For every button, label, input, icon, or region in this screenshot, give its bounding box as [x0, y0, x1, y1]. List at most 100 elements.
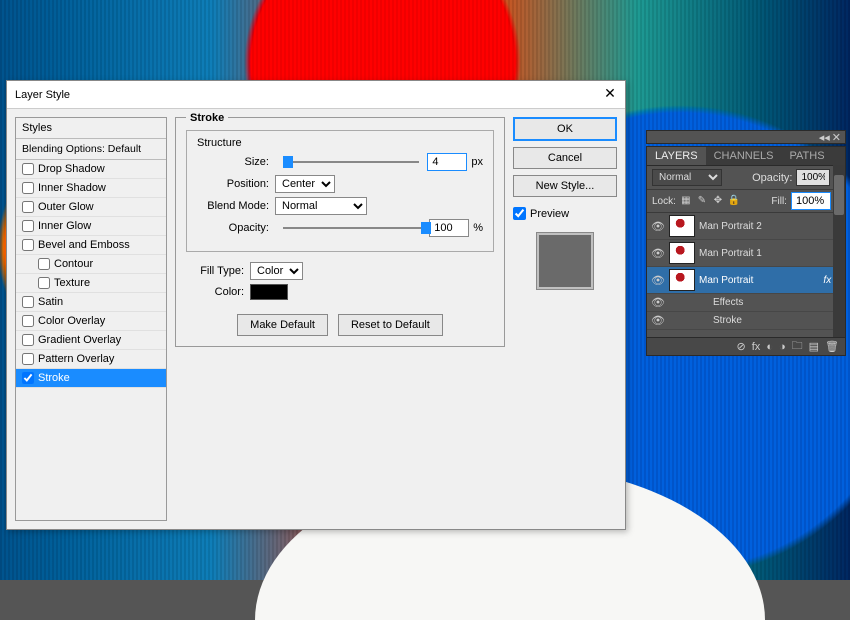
opacity-label: Opacity: [197, 222, 269, 234]
tab-channels[interactable]: CHANNELS [706, 147, 782, 165]
blending-options-row[interactable]: Blending Options: Default [16, 139, 166, 160]
tab-layers[interactable]: LAYERS [647, 147, 706, 165]
panel-tabs: LAYERS CHANNELS PATHS [647, 147, 845, 166]
visibility-icon[interactable]: 👁 [651, 220, 665, 233]
opacity-input[interactable] [429, 219, 469, 237]
style-checkbox[interactable] [22, 182, 34, 194]
panel-collapse-icon[interactable]: ◂◂ [819, 131, 830, 144]
panel-close-icon[interactable]: ✕ [832, 131, 841, 144]
size-slider[interactable] [283, 161, 419, 163]
position-select[interactable]: Center [275, 175, 335, 193]
visibility-icon[interactable]: 👁 [651, 296, 665, 309]
lock-label: Lock: [652, 196, 676, 207]
style-checkbox[interactable] [22, 334, 34, 346]
layer-thumbnail[interactable] [669, 215, 695, 237]
fill-input[interactable] [791, 192, 831, 210]
style-checkbox[interactable] [38, 277, 50, 289]
panel-top-strip: ◂◂ ✕ [646, 130, 846, 144]
style-checkbox[interactable] [22, 220, 34, 232]
style-label: Inner Shadow [38, 182, 106, 194]
style-label: Satin [38, 296, 63, 308]
style-item-pattern-overlay[interactable]: Pattern Overlay [16, 350, 166, 369]
layers-panel-bottom: ⊘ fx ◐ ◑ 🗀 ▤ 🗑 [647, 337, 845, 355]
blendmode-select[interactable]: Normal [275, 197, 367, 215]
layers-scrollbar[interactable] [833, 165, 845, 337]
close-icon[interactable]: ✕ [601, 85, 619, 103]
style-checkbox[interactable] [22, 163, 34, 175]
layer-style-dialog: Layer Style ✕ Styles Blending Options: D… [6, 80, 626, 530]
style-item-outer-glow[interactable]: Outer Glow [16, 198, 166, 217]
group-icon[interactable]: 🗀 [792, 337, 803, 356]
style-checkbox[interactable] [38, 258, 50, 270]
style-checkbox[interactable] [22, 372, 34, 384]
opacity-unit: % [473, 222, 483, 234]
layer-thumbnail[interactable] [669, 242, 695, 264]
link-layers-icon[interactable]: ⊘ [737, 340, 746, 353]
style-item-texture[interactable]: Texture [16, 274, 166, 293]
style-item-bevel-and-emboss[interactable]: Bevel and Emboss [16, 236, 166, 255]
layer-opacity-input[interactable] [796, 169, 830, 186]
adjustment-icon[interactable]: ◑ [779, 341, 786, 353]
tab-paths[interactable]: PATHS [782, 147, 833, 165]
style-label: Drop Shadow [38, 163, 105, 175]
layer-thumbnail[interactable] [669, 269, 695, 291]
color-label: Color: [186, 286, 244, 298]
cancel-button[interactable]: Cancel [513, 147, 617, 169]
new-style-button[interactable]: New Style... [513, 175, 617, 197]
effect-stroke-row[interactable]: Stroke [669, 315, 742, 326]
style-checkbox[interactable] [22, 201, 34, 213]
reset-default-button[interactable]: Reset to Default [338, 314, 443, 336]
style-label: Pattern Overlay [38, 353, 114, 365]
style-item-inner-shadow[interactable]: Inner Shadow [16, 179, 166, 198]
visibility-icon[interactable]: 👁 [651, 274, 665, 287]
style-checkbox[interactable] [22, 315, 34, 327]
opacity-slider[interactable] [283, 227, 421, 229]
style-checkbox[interactable] [22, 296, 34, 308]
style-item-satin[interactable]: Satin [16, 293, 166, 312]
style-label: Bevel and Emboss [38, 239, 130, 251]
style-item-stroke[interactable]: Stroke [16, 369, 166, 388]
stroke-settings: Stroke Structure Size: px Position: Cent… [175, 117, 505, 521]
dialog-title: Layer Style [15, 89, 70, 101]
styles-header[interactable]: Styles [16, 118, 166, 139]
effects-row[interactable]: Effects [669, 297, 743, 308]
style-item-gradient-overlay[interactable]: Gradient Overlay [16, 331, 166, 350]
size-input[interactable] [427, 153, 467, 171]
layers-panel: LAYERS CHANNELS PATHS Normal Opacity: ▸ … [646, 146, 846, 356]
layer-blendmode-select[interactable]: Normal [652, 169, 722, 186]
style-label: Stroke [38, 372, 70, 384]
ok-button[interactable]: OK [513, 117, 617, 141]
trash-icon[interactable]: 🗑 [825, 340, 839, 353]
mask-icon[interactable]: ◐ [766, 341, 773, 353]
lock-all-icon[interactable]: 🔒 [728, 195, 740, 207]
fx-icon[interactable]: fx [752, 341, 761, 353]
dialog-titlebar[interactable]: Layer Style ✕ [7, 81, 625, 109]
style-item-contour[interactable]: Contour [16, 255, 166, 274]
lock-pixels-icon[interactable]: ✎ [696, 195, 708, 207]
filltype-label: Fill Type: [186, 265, 244, 277]
style-checkbox[interactable] [22, 239, 34, 251]
style-item-color-overlay[interactable]: Color Overlay [16, 312, 166, 331]
visibility-icon[interactable]: 👁 [651, 314, 665, 327]
filltype-select[interactable]: Color [250, 262, 303, 280]
lock-transparency-icon[interactable]: ▦ [680, 195, 692, 207]
styles-list: Styles Blending Options: Default Drop Sh… [15, 117, 167, 521]
style-checkbox[interactable] [22, 353, 34, 365]
style-item-drop-shadow[interactable]: Drop Shadow [16, 160, 166, 179]
layer-name: Man Portrait 2 [699, 221, 841, 232]
make-default-button[interactable]: Make Default [237, 314, 328, 336]
color-swatch[interactable] [250, 284, 288, 300]
style-label: Gradient Overlay [38, 334, 121, 346]
visibility-icon[interactable]: 👁 [651, 247, 665, 260]
layer-row[interactable]: 👁Man Portraitfx ▾ [647, 267, 845, 294]
layer-row[interactable]: 👁 Man Portrait 2 [647, 213, 845, 240]
style-item-inner-glow[interactable]: Inner Glow [16, 217, 166, 236]
style-label: Texture [54, 277, 90, 289]
structure-legend: Structure [197, 137, 242, 149]
preview-checkbox[interactable] [513, 207, 526, 220]
layer-row[interactable]: 👁Man Portrait 1 [647, 240, 845, 267]
new-layer-icon[interactable]: ▤ [809, 340, 819, 353]
lock-position-icon[interactable]: ✥ [712, 195, 724, 207]
style-label: Inner Glow [38, 220, 91, 232]
layer-opacity-label: Opacity: [752, 172, 792, 184]
